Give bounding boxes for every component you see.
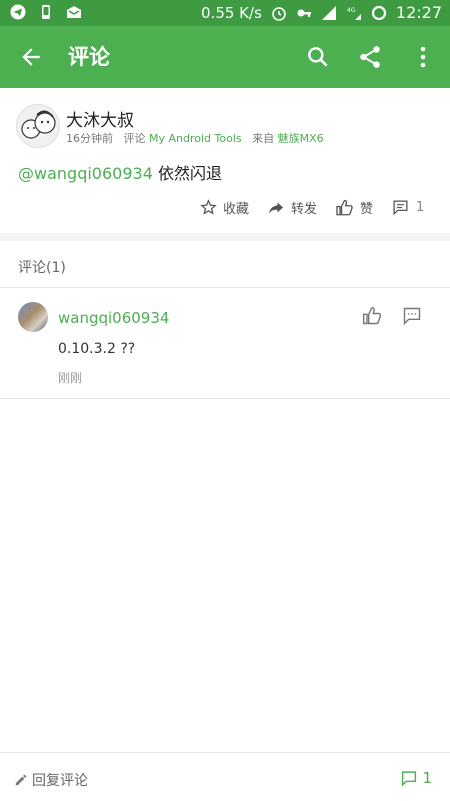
mail-icon <box>67 6 81 18</box>
post-text: 依然闪退 <box>152 164 222 183</box>
source-prefix: 来自 <box>252 132 275 145</box>
comment-item: wangqi060934 0.10.3.2 ?? 刚刚 <box>0 290 450 398</box>
favorite-label: 收藏 <box>223 202 250 217</box>
signal-icon <box>321 5 336 20</box>
forward-button[interactable]: 转发 <box>267 198 317 217</box>
share-icon[interactable] <box>357 44 383 70</box>
pencil-icon <box>15 774 27 786</box>
comment-icon <box>402 770 417 787</box>
post-actions: 收藏 转发 赞 1 <box>200 198 424 217</box>
comment-text: 0.10.3.2 ?? <box>58 341 136 357</box>
like-button[interactable]: 赞 <box>335 198 373 217</box>
comment-count-button[interactable]: 1 <box>391 198 424 217</box>
divider <box>0 287 450 288</box>
page-title: 评论 <box>68 45 110 69</box>
post-card: 大沐大叔 16分钟前 评论 My Android Tools 来自 魅族MX6 … <box>0 88 450 233</box>
author-avatar[interactable] <box>16 104 60 148</box>
forward-label: 转发 <box>291 202 318 217</box>
commenter-avatar[interactable] <box>18 302 48 332</box>
comments-header: 评论(1) <box>18 260 66 276</box>
search-icon[interactable] <box>305 44 331 70</box>
favorite-button[interactable]: 收藏 <box>200 198 249 217</box>
network-speed: 0.55 K/s <box>201 3 262 22</box>
post-content: @wangqi060934 依然闪退 <box>18 160 222 184</box>
comment-time: 刚刚 <box>58 371 83 385</box>
telegram-icon <box>10 4 26 20</box>
comment-count: 1 <box>416 200 425 215</box>
like-label: 赞 <box>360 202 374 217</box>
alarm-icon <box>272 6 286 21</box>
post-meta: 16分钟前 评论 My Android Tools 来自 魅族MX6 <box>66 130 324 146</box>
reply-comment-button[interactable]: 回复评论 <box>14 770 88 790</box>
app-bar: 评论 <box>0 26 450 88</box>
reply-label: 回复评论 <box>32 773 88 789</box>
4g-icon: 4G <box>347 7 361 20</box>
comment-icon <box>393 200 408 216</box>
section-gap <box>0 233 450 241</box>
bottom-comment-count[interactable]: 1 <box>400 769 432 787</box>
comment-like-icon[interactable] <box>362 306 382 326</box>
divider <box>0 398 450 399</box>
bottom-count-value: 1 <box>422 769 432 787</box>
post-time: 16分钟前 <box>66 132 113 145</box>
mention-link[interactable]: @wangqi060934 <box>18 164 153 183</box>
comment-prefix: 评论 <box>123 132 146 145</box>
cartoon-avatar-icon <box>21 110 56 139</box>
back-arrow-icon[interactable] <box>18 44 44 70</box>
loading-icon <box>371 5 386 20</box>
bottom-bar: 回复评论 1 <box>0 752 450 801</box>
comment-reply-icon[interactable] <box>402 306 422 326</box>
svg-text:4G: 4G <box>347 7 356 14</box>
device-link[interactable]: 魅族MX6 <box>278 132 324 145</box>
commenter-name[interactable]: wangqi060934 <box>58 309 169 327</box>
app-link[interactable]: My Android Tools <box>149 132 242 145</box>
status-bar: 0.55 K/s 4G 12:27 <box>0 0 450 26</box>
forward-icon <box>268 202 284 214</box>
key-icon <box>297 9 311 17</box>
star-icon <box>200 199 217 215</box>
more-vert-icon[interactable] <box>413 44 433 70</box>
author-name[interactable]: 大沐大叔 <box>66 106 134 131</box>
thumbs-up-icon <box>336 199 353 215</box>
clock: 12:27 <box>395 3 442 22</box>
phone-icon <box>42 5 50 19</box>
